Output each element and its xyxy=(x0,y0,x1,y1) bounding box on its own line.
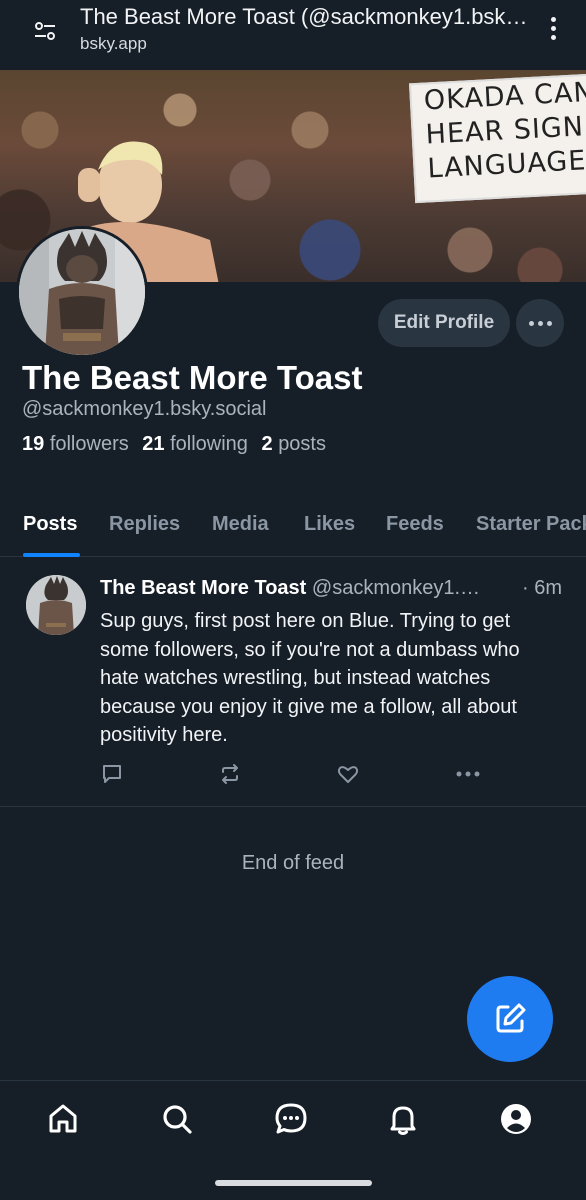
banner-sign: OKADA CAN HEAR SIGN LANGUAGE xyxy=(408,72,586,204)
browser-bar: The Beast More Toast (@sackmonkey1.bsky.… xyxy=(0,0,586,70)
browser-menu-icon[interactable] xyxy=(538,12,568,44)
active-tab-indicator xyxy=(23,553,80,557)
home-indicator[interactable] xyxy=(215,1180,372,1186)
reply-icon[interactable] xyxy=(99,761,125,787)
post-text: Sup guys, first post here on Blue. Tryin… xyxy=(100,610,520,746)
bottom-navigation xyxy=(0,1080,586,1165)
browser-url[interactable]: bsky.app xyxy=(80,34,147,54)
following-label: following xyxy=(170,433,248,455)
tab-posts[interactable]: Posts xyxy=(23,513,77,536)
profile-icon[interactable] xyxy=(498,1101,534,1137)
tab-media[interactable]: Media xyxy=(212,513,269,536)
tab-starter-packs[interactable]: Starter Packs xyxy=(476,513,586,536)
compose-icon xyxy=(496,1003,526,1033)
following-link[interactable]: 21 following xyxy=(142,433,248,455)
post-author-name[interactable]: The Beast More Toast xyxy=(100,577,306,599)
post-header: The Beast More Toast @sackmonkey1.… xyxy=(100,577,570,600)
followers-link[interactable]: 19 followers xyxy=(22,433,129,455)
profile-tabs: Posts Replies Media Likes Feeds Starter … xyxy=(0,495,586,557)
profile-avatar[interactable] xyxy=(16,226,148,358)
edit-profile-button[interactable]: Edit Profile xyxy=(378,299,510,347)
post-author-handle[interactable]: @sackmonkey1.… xyxy=(312,577,480,599)
compose-button[interactable] xyxy=(467,976,553,1062)
posts-label: posts xyxy=(278,433,326,455)
posts-count: 2 xyxy=(261,433,273,455)
profile-handle: @sackmonkey1.bsky.social xyxy=(22,398,267,420)
following-count: 21 xyxy=(142,433,165,455)
repost-icon[interactable] xyxy=(217,761,243,787)
profile-more-button[interactable] xyxy=(516,299,564,347)
feed-post[interactable]: The Beast More Toast @sackmonkey1.… · 6m… xyxy=(0,558,586,807)
profile-stats: 19 followers 21 following 2 posts xyxy=(22,433,326,456)
post-timestamp[interactable]: · 6m xyxy=(522,577,562,600)
followers-count: 19 xyxy=(22,433,45,455)
tab-likes[interactable]: Likes xyxy=(304,513,355,536)
tab-replies[interactable]: Replies xyxy=(109,513,180,536)
browser-page-title[interactable]: The Beast More Toast (@sackmonkey1.bsky.… xyxy=(80,4,528,30)
site-settings-icon[interactable] xyxy=(30,16,60,46)
bell-icon[interactable] xyxy=(385,1101,421,1137)
chat-icon[interactable] xyxy=(273,1101,309,1137)
profile-display-name: The Beast More Toast xyxy=(22,359,363,396)
followers-label: followers xyxy=(49,433,129,455)
end-of-feed-label: End of feed xyxy=(241,852,345,874)
home-icon[interactable] xyxy=(45,1101,81,1137)
posts-count-group: 2 posts xyxy=(262,433,327,455)
post-more-icon[interactable] xyxy=(455,761,481,787)
heart-icon[interactable] xyxy=(335,761,361,787)
search-icon[interactable] xyxy=(159,1101,195,1137)
tab-feeds[interactable]: Feeds xyxy=(386,513,444,536)
post-author-avatar[interactable] xyxy=(26,575,86,635)
